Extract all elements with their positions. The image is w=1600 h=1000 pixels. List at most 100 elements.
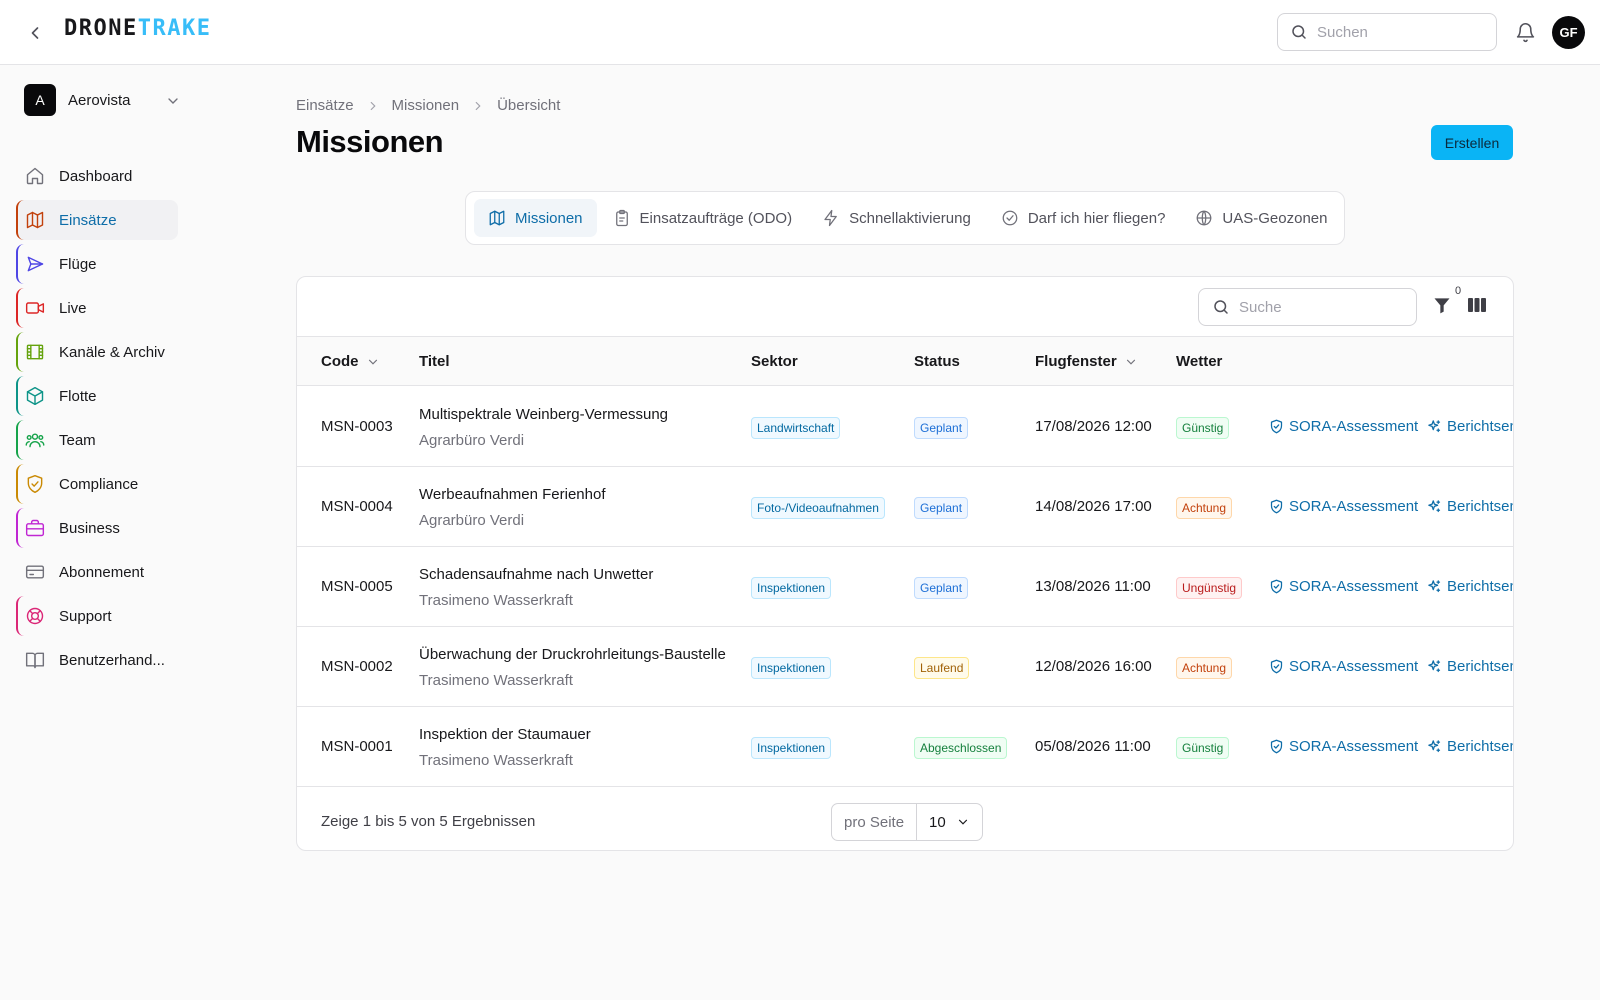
sora-assessment-link[interactable]: SORA-Assessment — [1269, 738, 1418, 755]
report-draft-link[interactable]: Berichtsentwurf — [1427, 418, 1513, 435]
sidebar-item-box[interactable]: Flotte — [16, 376, 178, 416]
sidebar-item-book[interactable]: Benutzerhand... — [16, 640, 178, 680]
column-header-code[interactable]: Code — [321, 353, 380, 370]
sora-assessment-link[interactable]: SORA-Assessment — [1269, 578, 1418, 595]
sidebar-item-label: Team — [59, 431, 96, 449]
sidebar-item-map[interactable]: Einsätze — [16, 200, 178, 240]
column-header-label: Status — [914, 353, 960, 370]
sora-assessment-link[interactable]: SORA-Assessment — [1269, 658, 1418, 675]
notifications-button[interactable] — [1512, 19, 1538, 45]
table-row[interactable]: MSN-0005 Schadensaufnahme nach Unwetter Tr… — [297, 546, 1513, 627]
lifebuoy-icon — [26, 607, 44, 625]
sidebar-item-send[interactable]: Flüge — [16, 244, 178, 284]
status-badge: Laufend — [914, 657, 970, 679]
results-summary: Zeige 1 bis 5 von 5 Ergebnissen — [321, 813, 536, 830]
report-draft-link[interactable]: Berichtsentwurf — [1427, 498, 1513, 515]
table-row[interactable]: MSN-0002 Überwachung der Druckrohrleitung… — [297, 626, 1513, 707]
filter-button[interactable] — [1432, 295, 1454, 319]
tab-check-circle[interactable]: Darf ich hier fliegen? — [987, 199, 1180, 237]
weather-badge: Achtung — [1176, 657, 1233, 679]
org-name: Aerovista — [68, 91, 131, 109]
column-header-sector[interactable]: Sektor — [751, 353, 798, 370]
sparkles-icon — [1427, 419, 1442, 434]
shield-check-icon — [1269, 419, 1284, 434]
column-header-label: Wetter — [1176, 353, 1223, 370]
tab-zap[interactable]: Schnellaktivierung — [808, 199, 985, 237]
sora-assessment-link[interactable]: SORA-Assessment — [1269, 498, 1418, 515]
missions-table-card: 0 Code Titel Sektor Status Flugfenster W… — [296, 276, 1514, 851]
breadcrumb-item[interactable]: Missionen — [392, 97, 460, 114]
column-header-label: Sektor — [751, 353, 798, 370]
chevron-down-icon — [368, 359, 377, 365]
mission-title[interactable]: Überwachung der Druckrohrleitungs-Bauste… — [419, 646, 726, 663]
credit-card-icon — [24, 561, 46, 583]
table-row[interactable]: MSN-0004 Werbeaufnahmen Ferienhof Agrarbür… — [297, 466, 1513, 547]
org-switcher[interactable]: A Aerovista — [24, 84, 184, 116]
lifebuoy-icon — [24, 605, 46, 627]
sidebar-item-home[interactable]: Dashboard — [16, 156, 178, 196]
tab-map[interactable]: Missionen — [474, 199, 597, 237]
tab-clipboard[interactable]: Einsatzaufträge (ODO) — [599, 199, 807, 237]
sora-assessment-link[interactable]: SORA-Assessment — [1269, 418, 1418, 435]
mission-title[interactable]: Schadensaufnahme nach Unwetter — [419, 566, 653, 583]
sidebar-item-users[interactable]: Team — [16, 420, 178, 460]
columns-button[interactable] — [1467, 296, 1489, 318]
sidebar-item-label: Flüge — [59, 255, 97, 273]
sidebar-item-shield[interactable]: Compliance — [16, 464, 178, 504]
breadcrumb-item[interactable]: Einsätze — [296, 97, 354, 114]
column-header-flight-window[interactable]: Flugfenster — [1035, 353, 1138, 370]
sidebar-accent-bar — [16, 244, 26, 284]
sidebar-accent-bar — [16, 420, 26, 460]
check-circle-icon — [1001, 209, 1019, 227]
mission-code[interactable]: MSN-0001 — [321, 738, 393, 755]
sidebar-item-label: Kanäle & Archiv — [59, 343, 165, 361]
global-search[interactable] — [1277, 13, 1497, 51]
mission-client: Agrarbüro Verdi — [419, 512, 525, 529]
tab-globe[interactable]: UAS-Geozonen — [1181, 199, 1341, 237]
column-header-status[interactable]: Status — [914, 353, 960, 370]
mission-client: Trasimeno Wasserkraft — [419, 592, 573, 609]
mission-code[interactable]: MSN-0002 — [321, 658, 393, 675]
column-header-title[interactable]: Titel — [419, 353, 450, 370]
org-badge: A — [24, 84, 56, 116]
app-logo[interactable]: DRONETRAKE — [64, 16, 211, 41]
sidebar-accent-bar — [16, 464, 26, 504]
table-search[interactable] — [1198, 288, 1417, 326]
create-button[interactable]: Erstellen — [1431, 125, 1513, 160]
back-button[interactable] — [22, 20, 48, 46]
bell-icon — [1516, 22, 1534, 42]
mission-code[interactable]: MSN-0004 — [321, 498, 393, 515]
page-title: Missionen — [296, 124, 444, 159]
sidebar-item-lifebuoy[interactable]: Support — [16, 596, 178, 636]
search-icon — [1214, 300, 1228, 314]
table-row[interactable]: MSN-0003 Multispektrale Weinberg-Vermessu… — [297, 386, 1513, 467]
table-search-input[interactable] — [1239, 298, 1409, 316]
flight-window: 05/08/2026 11:00 — [1035, 738, 1151, 755]
flight-window: 12/08/2026 16:00 — [1035, 658, 1152, 675]
table-row[interactable]: MSN-0001 Inspektion der Staumauer Trasimen… — [297, 706, 1513, 787]
sidebar-accent-bar — [16, 376, 26, 416]
global-search-input[interactable] — [1317, 23, 1487, 41]
map-icon — [489, 210, 505, 226]
columns-icon — [1468, 298, 1486, 312]
mission-title[interactable]: Inspektion der Staumauer — [419, 726, 591, 743]
user-avatar[interactable]: GF — [1552, 16, 1585, 49]
book-icon — [24, 649, 46, 671]
sidebar-item-briefcase[interactable]: Business — [16, 508, 178, 548]
per-page-select[interactable]: pro Seite 10 — [831, 803, 983, 841]
sidebar-item-credit-card[interactable]: Abonnement — [16, 552, 178, 592]
report-draft-link[interactable]: Berichtsentwurf — [1427, 658, 1513, 675]
report-draft-link[interactable]: Berichtsentwurf — [1427, 578, 1513, 595]
sparkles-icon — [1427, 579, 1442, 594]
mission-code[interactable]: MSN-0003 — [321, 418, 393, 435]
report-draft-link[interactable]: Berichtsentwurf — [1427, 738, 1513, 755]
per-page-value[interactable]: 10 — [917, 814, 982, 831]
sidebar-item-film[interactable]: Kanäle & Archiv — [16, 332, 178, 372]
column-header-weather[interactable]: Wetter — [1176, 353, 1222, 370]
sidebar-item-video[interactable]: Live — [16, 288, 178, 328]
filter-icon — [1434, 298, 1450, 314]
chevron-left-icon — [31, 27, 39, 39]
mission-title[interactable]: Werbeaufnahmen Ferienhof — [419, 486, 606, 503]
mission-title[interactable]: Multispektrale Weinberg-Vermessung — [419, 406, 668, 423]
mission-code[interactable]: MSN-0005 — [321, 578, 393, 595]
